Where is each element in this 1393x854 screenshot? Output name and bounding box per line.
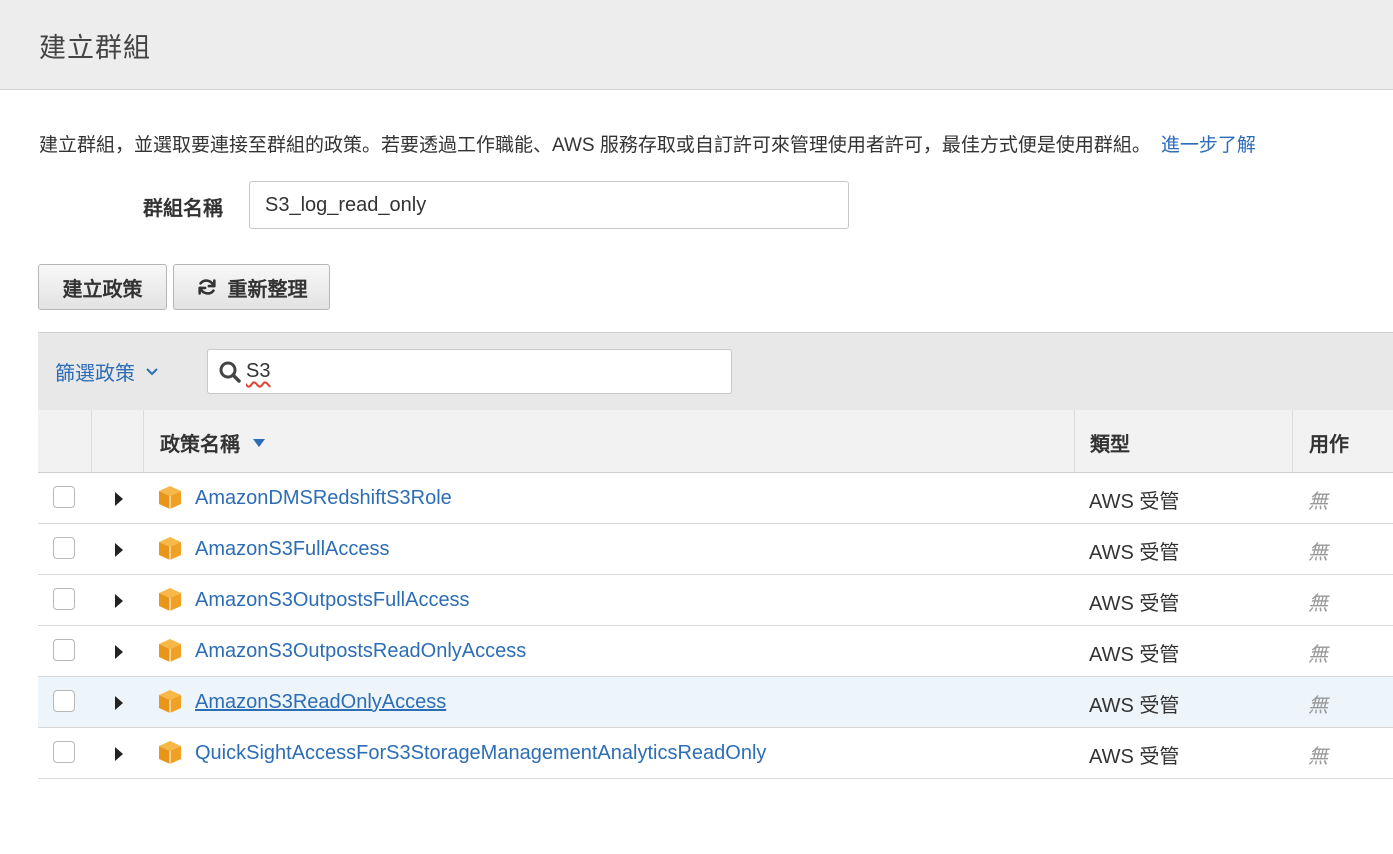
page-header: 建立群組: [0, 0, 1393, 90]
group-name-label: 群組名稱: [143, 198, 223, 220]
table-header: 政策名稱 類型 用作: [38, 410, 1393, 473]
table-row[interactable]: AmazonS3OutpostsFullAccess AWS 受管 無: [38, 575, 1393, 626]
sort-descending-icon: [253, 438, 265, 447]
policy-used-as: 無: [1308, 542, 1328, 564]
table-row[interactable]: AmazonDMSRedshiftS3Role AWS 受管 無: [38, 473, 1393, 524]
table-body: AmazonDMSRedshiftS3Role AWS 受管無 AmazonS3Fu…: [38, 473, 1393, 779]
expand-row-icon[interactable]: [115, 645, 123, 659]
row-checkbox[interactable]: [53, 639, 75, 661]
page-description: 建立群組，並選取要連接至群組的政策。若要透過工作職能、AWS 服務存取或自訂許可…: [39, 130, 1256, 157]
row-checkbox[interactable]: [53, 588, 75, 610]
policy-cube-icon: [157, 586, 183, 617]
policy-cube-icon: [157, 739, 183, 770]
policy-used-as: 無: [1308, 695, 1328, 717]
column-header-policy-name[interactable]: 政策名稱: [160, 428, 266, 457]
row-checkbox[interactable]: [53, 690, 75, 712]
policy-used-as: 無: [1308, 491, 1328, 513]
expand-row-icon[interactable]: [115, 747, 123, 761]
filter-bar: 篩選政策 S3: [38, 332, 1393, 410]
policy-name-link[interactable]: QuickSightAccessForS3StorageManagementAn…: [195, 742, 766, 765]
search-value: S3: [246, 360, 271, 382]
table-row[interactable]: AmazonS3OutpostsReadOnlyAccess AWS 受管 無: [38, 626, 1393, 677]
chevron-down-icon: [146, 367, 158, 375]
policy-name-link[interactable]: AmazonS3OutpostsFullAccess: [195, 589, 470, 612]
policy-type: AWS 受管: [1089, 542, 1180, 564]
column-divider: [91, 410, 92, 472]
learn-more-link[interactable]: 進一步了解: [1161, 135, 1256, 156]
search-input[interactable]: S3: [207, 349, 732, 394]
description-text: 建立群組，並選取要連接至群組的政策。若要透過工作職能、AWS 服務存取或自訂許可…: [39, 135, 1151, 156]
table-row[interactable]: QuickSightAccessForS3StorageManagementAn…: [38, 728, 1393, 779]
group-name-input[interactable]: [249, 181, 849, 229]
refresh-label: 重新整理: [227, 278, 308, 301]
row-checkbox[interactable]: [53, 486, 75, 508]
policy-used-as: 無: [1308, 593, 1328, 615]
refresh-button[interactable]: 重新整理: [173, 264, 330, 310]
expand-row-icon[interactable]: [115, 492, 123, 506]
expand-row-icon[interactable]: [115, 543, 123, 557]
policy-type: AWS 受管: [1089, 695, 1180, 717]
policy-name-link[interactable]: AmazonS3ReadOnlyAccess: [195, 691, 446, 714]
table-row[interactable]: AmazonS3FullAccess AWS 受管 無: [38, 524, 1393, 575]
create-policy-button[interactable]: 建立政策: [38, 264, 167, 310]
policy-cube-icon: [157, 535, 183, 566]
column-divider: [1292, 410, 1293, 472]
column-divider: [143, 410, 144, 472]
policy-table: 政策名稱 類型 用作 AmazonDMSRedshiftS3Role AWS 受管…: [38, 410, 1393, 779]
policy-type: AWS 受管: [1089, 593, 1180, 615]
policy-type: AWS 受管: [1089, 644, 1180, 666]
page-title: 建立群組: [39, 33, 151, 63]
filter-dropdown-label: 篩選政策: [55, 363, 135, 385]
policy-cube-icon: [157, 688, 183, 719]
policy-used-as: 無: [1308, 746, 1328, 768]
expand-row-icon[interactable]: [115, 594, 123, 608]
filter-policy-dropdown[interactable]: 篩選政策: [55, 357, 159, 386]
column-divider: [1074, 410, 1075, 472]
policy-used-as: 無: [1308, 644, 1328, 666]
policy-name-header-label: 政策名稱: [160, 434, 240, 456]
create-policy-label: 建立政策: [62, 278, 143, 301]
policy-name-link[interactable]: AmazonS3OutpostsReadOnlyAccess: [195, 640, 526, 663]
column-header-used-as[interactable]: 用作: [1309, 428, 1349, 457]
policy-type: AWS 受管: [1089, 746, 1180, 768]
policy-cube-icon: [157, 484, 183, 515]
policy-name-link[interactable]: AmazonDMSRedshiftS3Role: [195, 487, 452, 510]
column-header-type[interactable]: 類型: [1090, 428, 1130, 457]
policy-name-link[interactable]: AmazonS3FullAccess: [195, 538, 390, 561]
policy-cube-icon: [157, 637, 183, 668]
policy-type: AWS 受管: [1089, 491, 1180, 513]
refresh-icon: [197, 279, 216, 295]
table-row[interactable]: AmazonS3ReadOnlyAccess AWS 受管 無: [38, 677, 1393, 728]
row-checkbox[interactable]: [53, 537, 75, 559]
row-checkbox[interactable]: [53, 741, 75, 763]
expand-row-icon[interactable]: [115, 696, 123, 710]
search-icon: [219, 361, 241, 383]
